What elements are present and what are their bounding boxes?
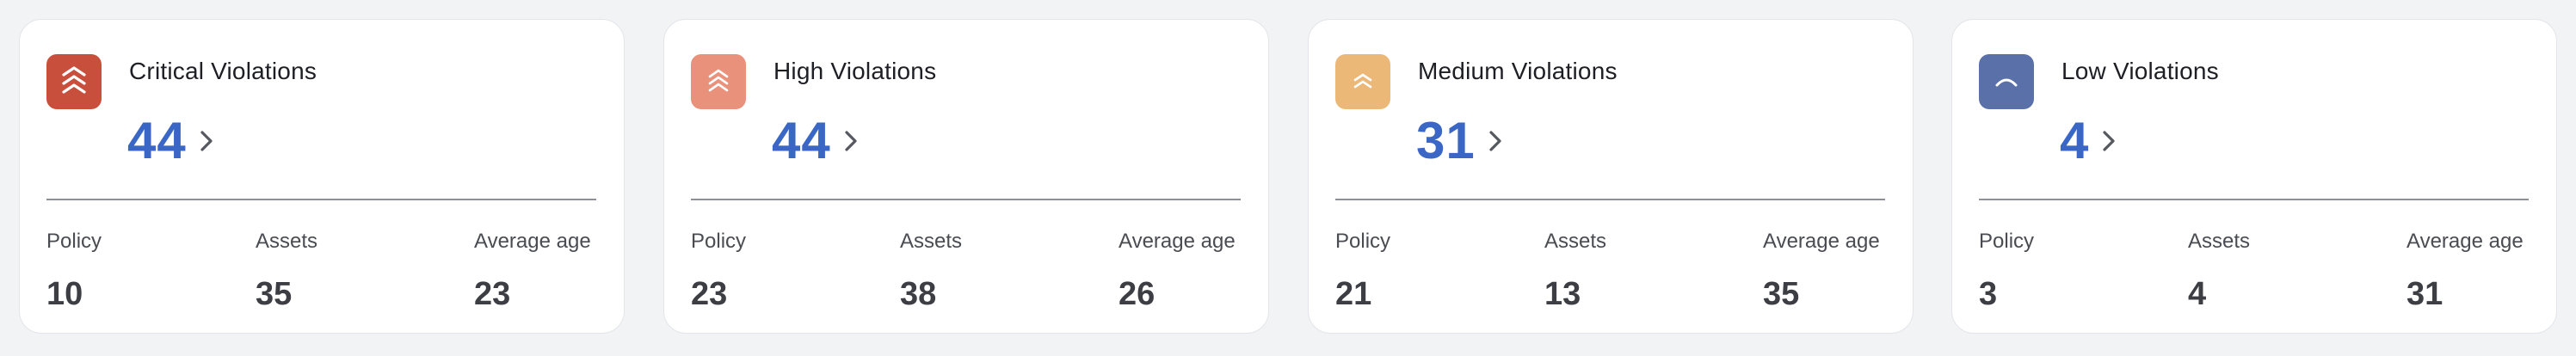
- average-age-label: Average age: [1763, 230, 1880, 253]
- average-age-value: 26: [1119, 276, 1156, 312]
- assets-label: Assets: [2188, 230, 2251, 253]
- assets-value: 4: [2188, 276, 2207, 312]
- violation-count-link[interactable]: 44: [127, 111, 214, 171]
- high-violations-card[interactable]: High Violations 44 Policy 23 Assets 38 A…: [663, 19, 1269, 334]
- violation-count-link[interactable]: 31: [1416, 111, 1503, 171]
- policy-label: Policy: [1335, 230, 1391, 253]
- violation-count: 44: [127, 112, 187, 169]
- average-age-label: Average age: [1119, 230, 1236, 253]
- violation-summary-cards: Critical Violations 44 Policy 10 Assets …: [0, 0, 2576, 356]
- chevrons-up-triple-icon: [708, 69, 729, 92]
- average-age-label: Average age: [2407, 230, 2524, 253]
- average-age-value: 23: [474, 276, 511, 312]
- policy-label: Policy: [691, 230, 747, 253]
- average-age-value: 31: [2407, 276, 2444, 312]
- average-age-label: Average age: [474, 230, 591, 253]
- violation-count-link[interactable]: 4: [2060, 111, 2117, 171]
- card-divider: [691, 199, 1241, 200]
- assets-label: Assets: [900, 230, 963, 253]
- policy-label: Policy: [1979, 230, 2035, 253]
- violation-count: 4: [2060, 112, 2090, 169]
- chevrons-up-double-icon: [1353, 73, 1372, 89]
- policy-value: 3: [1979, 276, 1998, 312]
- card-divider: [46, 199, 596, 200]
- low-severity-badge: [1979, 54, 2034, 109]
- card-divider: [1335, 199, 1885, 200]
- assets-label: Assets: [1544, 230, 1607, 253]
- policy-label: Policy: [46, 230, 102, 253]
- chevrons-up-triple-icon: [62, 66, 86, 94]
- card-title: Critical Violations: [129, 58, 317, 84]
- card-title: Medium Violations: [1418, 58, 1618, 84]
- chevron-up-icon: [1995, 78, 2018, 87]
- chevron-right-icon: [1489, 131, 1501, 151]
- critical-severity-badge: [46, 54, 102, 109]
- medium-violations-card[interactable]: Medium Violations 31 Policy 21 Assets 13…: [1308, 19, 1914, 334]
- chevron-right-icon: [200, 131, 213, 151]
- assets-label: Assets: [256, 230, 318, 253]
- violation-count: 31: [1416, 112, 1476, 169]
- critical-violations-card[interactable]: Critical Violations 44 Policy 10 Assets …: [19, 19, 625, 334]
- high-severity-badge: [691, 54, 746, 109]
- policy-value: 23: [691, 276, 728, 312]
- assets-value: 35: [256, 276, 293, 312]
- policy-value: 21: [1335, 276, 1372, 312]
- low-violations-card[interactable]: Low Violations 4 Policy 3 Assets 4 Avera…: [1951, 19, 2557, 334]
- medium-severity-badge: [1335, 54, 1390, 109]
- policy-value: 10: [46, 276, 83, 312]
- average-age-value: 35: [1763, 276, 1800, 312]
- card-title: Low Violations: [2061, 58, 2219, 84]
- violation-count: 44: [772, 112, 831, 169]
- assets-value: 13: [1544, 276, 1581, 312]
- chevron-right-icon: [845, 131, 857, 151]
- assets-value: 38: [900, 276, 937, 312]
- chevron-right-icon: [2103, 131, 2115, 151]
- violation-count-link[interactable]: 44: [772, 111, 859, 171]
- card-title: High Violations: [773, 58, 937, 84]
- card-divider: [1979, 199, 2529, 200]
